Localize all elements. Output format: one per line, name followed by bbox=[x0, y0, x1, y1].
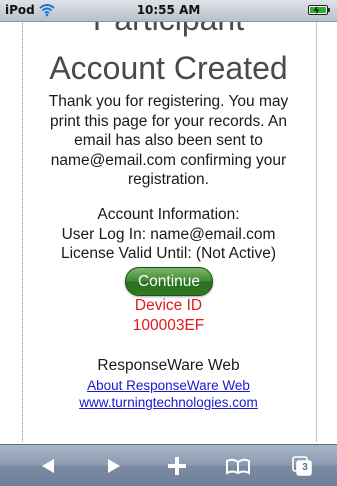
device-id-value: 100003EF bbox=[132, 316, 205, 334]
continue-button[interactable]: Continue bbox=[125, 267, 213, 296]
battery-icon bbox=[308, 5, 330, 15]
account-info: Account Information: User Log In: name@e… bbox=[0, 205, 337, 264]
license-valid: License Valid Until: (Not Active) bbox=[60, 245, 277, 262]
footer-links: About ResponseWare Web www.turningtechno… bbox=[0, 377, 337, 411]
page-title: Account Created bbox=[49, 50, 288, 86]
forward-arrow-icon[interactable] bbox=[104, 456, 124, 476]
account-info-label: Account Information: bbox=[97, 206, 240, 223]
bookmarks-book-icon[interactable] bbox=[225, 456, 251, 476]
plus-icon[interactable] bbox=[166, 456, 188, 476]
web-content[interactable]: Participant Account Created Thank you fo… bbox=[0, 22, 337, 442]
message-line: email has also been sent to bbox=[74, 132, 263, 149]
message-line: print this page for your records. An bbox=[50, 112, 287, 130]
back-arrow-icon[interactable] bbox=[38, 456, 58, 476]
device-id-block: Device ID 100003EF bbox=[0, 296, 337, 335]
brand-name: ResponseWare Web bbox=[97, 357, 240, 374]
page-title-partial: Participant bbox=[0, 22, 337, 38]
message-line: Thank you for registering. You may bbox=[48, 93, 289, 110]
pages-count: 3 bbox=[302, 462, 308, 473]
confirmation-message: Thank you for registering. You may print… bbox=[35, 92, 302, 190]
website-link[interactable]: www.turningtechnologies.com bbox=[79, 395, 258, 410]
status-time: 10:55 AM bbox=[136, 3, 201, 17]
pages-icon[interactable]: 3 bbox=[292, 456, 312, 476]
about-link[interactable]: About ResponseWare Web bbox=[87, 378, 250, 393]
message-line: name@email.com confirming your bbox=[50, 151, 287, 169]
user-login: User Log In: name@email.com bbox=[61, 225, 276, 243]
status-bar: iPod 10:55 AM bbox=[0, 0, 337, 22]
device-id-label: Device ID bbox=[134, 297, 203, 314]
message-line: registration. bbox=[128, 171, 209, 188]
browser-toolbar: 3 bbox=[0, 444, 337, 486]
